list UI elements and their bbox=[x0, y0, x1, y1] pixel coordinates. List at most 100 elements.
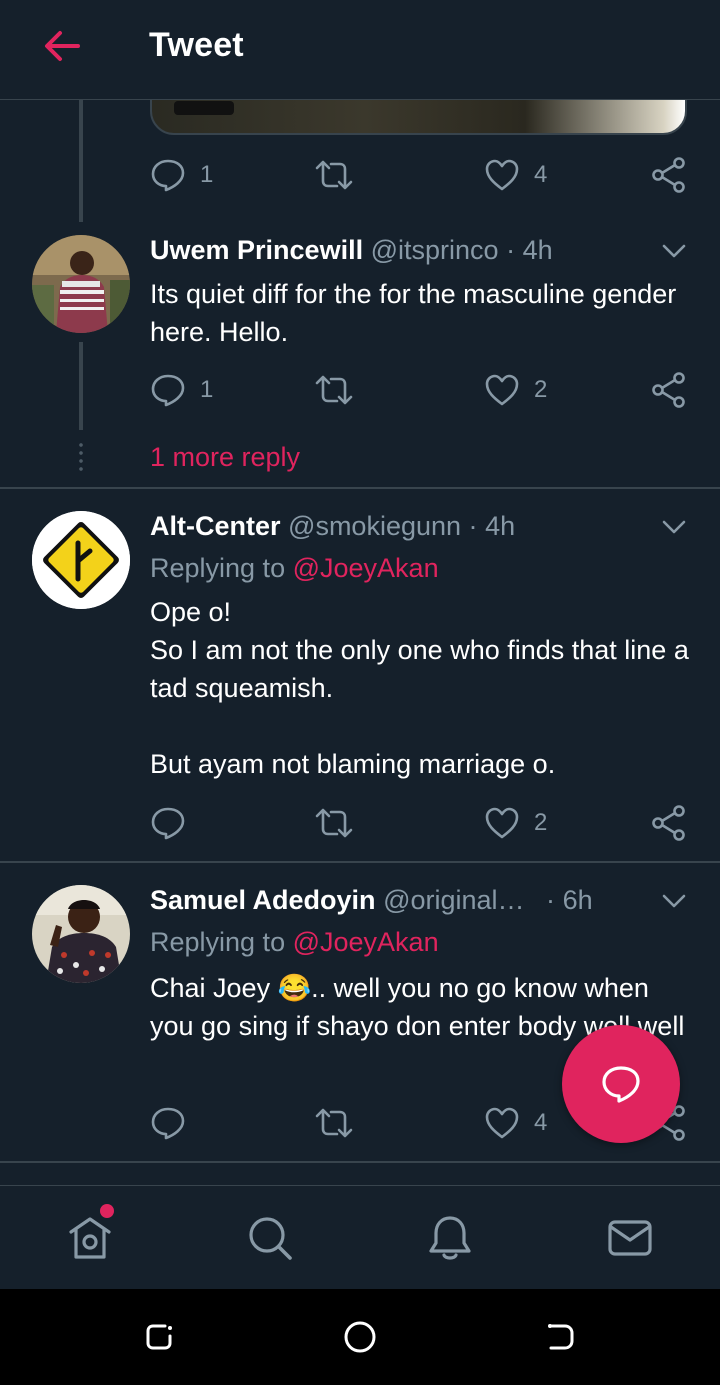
tweet-actions: 1 2 bbox=[150, 370, 690, 410]
more-replies-link[interactable]: 1 more reply bbox=[150, 442, 300, 473]
replying-to: Replying to @JoeyAkan bbox=[150, 927, 439, 958]
speech-bubble-icon bbox=[151, 374, 185, 407]
speech-bubble-icon bbox=[151, 159, 185, 192]
retweet-icon bbox=[315, 808, 353, 838]
like-button[interactable]: 4 bbox=[484, 1103, 547, 1143]
chevron-down-icon[interactable] bbox=[660, 887, 688, 915]
tab-home[interactable] bbox=[64, 1212, 116, 1264]
user-handle[interactable]: @itsprinco bbox=[371, 235, 499, 265]
arrow-left-icon bbox=[45, 31, 80, 61]
share-button[interactable] bbox=[650, 370, 688, 410]
reply-button[interactable]: 1 bbox=[150, 370, 213, 410]
heart-icon bbox=[485, 374, 519, 406]
compose-reply-button[interactable] bbox=[562, 1025, 680, 1143]
reply-count: 1 bbox=[200, 161, 214, 188]
bottom-tab-bar bbox=[0, 1185, 720, 1289]
share-icon bbox=[652, 157, 685, 193]
home-icon bbox=[69, 1217, 111, 1259]
tweet-feed[interactable]: 1 4 Uwem Princewill @itsprinco · 4h Its … bbox=[0, 100, 720, 1185]
tweet-header: Samuel Adedoyin @original… · 6h bbox=[150, 885, 593, 916]
separator-dot: · bbox=[546, 885, 556, 915]
thread-line bbox=[79, 100, 83, 222]
retweet-button[interactable] bbox=[313, 370, 355, 410]
back-icon bbox=[548, 1324, 574, 1350]
tweet-text: Ope o! So I am not the only one who find… bbox=[150, 597, 689, 779]
avatar[interactable] bbox=[32, 235, 130, 333]
recents-button[interactable] bbox=[140, 1317, 180, 1357]
share-button[interactable] bbox=[650, 155, 688, 195]
envelope-icon bbox=[608, 1220, 652, 1256]
share-icon bbox=[652, 805, 685, 841]
tweet-time: 4h bbox=[485, 511, 516, 541]
replying-to: Replying to @JoeyAkan bbox=[150, 553, 439, 584]
user-handle[interactable]: @smokiegunn bbox=[288, 511, 461, 541]
like-count: 4 bbox=[534, 161, 548, 188]
like-count: 2 bbox=[534, 376, 548, 403]
divider bbox=[0, 1161, 720, 1163]
tweet-actions: 1 4 bbox=[150, 155, 690, 195]
heart-icon bbox=[485, 1107, 519, 1139]
tweet-time: 4h bbox=[522, 235, 553, 265]
like-button[interactable]: 4 bbox=[484, 155, 547, 195]
chevron-down-icon[interactable] bbox=[660, 513, 688, 541]
tweet-header: Uwem Princewill @itsprinco · 4h bbox=[150, 235, 553, 266]
like-count: 2 bbox=[534, 809, 548, 836]
divider bbox=[0, 861, 720, 863]
thread-line bbox=[79, 342, 83, 430]
compose-reply-icon bbox=[602, 1066, 640, 1103]
tab-search[interactable] bbox=[244, 1212, 296, 1264]
retweet-icon bbox=[315, 1108, 353, 1138]
reply-count: 1 bbox=[200, 376, 214, 403]
retweet-icon bbox=[315, 160, 353, 190]
tweet-media-image[interactable] bbox=[150, 100, 687, 135]
page-title: Tweet bbox=[149, 26, 244, 64]
reply-button[interactable]: 1 bbox=[150, 155, 213, 195]
tweet-text: Its quiet diff for the for the masculine… bbox=[150, 279, 677, 347]
reply-button[interactable] bbox=[150, 803, 186, 843]
media-badge bbox=[174, 101, 234, 115]
like-button[interactable]: 2 bbox=[484, 370, 547, 410]
mention-link[interactable]: @JoeyAkan bbox=[293, 553, 439, 583]
tweet-time: 6h bbox=[562, 885, 593, 915]
divider bbox=[0, 487, 720, 489]
separator-dot: · bbox=[506, 235, 516, 265]
top-app-bar: Tweet bbox=[0, 0, 720, 100]
thread-dots bbox=[79, 441, 83, 475]
avatar[interactable] bbox=[32, 511, 130, 609]
chevron-down-icon[interactable] bbox=[660, 237, 688, 265]
notification-dot bbox=[100, 1204, 114, 1218]
retweet-button[interactable] bbox=[313, 803, 355, 843]
circle-home-icon bbox=[344, 1321, 376, 1353]
retweet-button[interactable] bbox=[313, 1103, 355, 1143]
heart-icon bbox=[485, 807, 519, 839]
tab-messages[interactable] bbox=[604, 1212, 656, 1264]
retweet-icon bbox=[315, 375, 353, 405]
heart-icon bbox=[485, 159, 519, 191]
avatar[interactable] bbox=[32, 885, 130, 983]
separator-dot: · bbox=[468, 511, 478, 541]
user-handle[interactable]: @original… bbox=[383, 885, 524, 915]
display-name[interactable]: Uwem Princewill bbox=[150, 235, 363, 265]
like-button[interactable]: 2 bbox=[484, 803, 547, 843]
mention-link[interactable]: @JoeyAkan bbox=[293, 927, 439, 957]
tweet-header: Alt-Center @smokiegunn · 4h bbox=[150, 511, 515, 542]
recents-icon bbox=[146, 1324, 172, 1350]
share-button[interactable] bbox=[650, 803, 688, 843]
system-navigation-bar bbox=[0, 1289, 720, 1385]
display-name[interactable]: Alt-Center bbox=[150, 511, 281, 541]
tab-notifications[interactable] bbox=[424, 1212, 476, 1264]
bell-icon bbox=[429, 1216, 471, 1260]
back-system-button[interactable] bbox=[540, 1317, 580, 1357]
home-system-button[interactable] bbox=[340, 1317, 380, 1357]
display-name[interactable]: Samuel Adedoyin bbox=[150, 885, 376, 915]
speech-bubble-icon bbox=[151, 807, 185, 840]
back-button[interactable] bbox=[40, 26, 84, 66]
retweet-button[interactable] bbox=[313, 155, 355, 195]
speech-bubble-icon bbox=[151, 1107, 185, 1140]
replying-prefix: Replying to bbox=[150, 927, 286, 957]
search-icon bbox=[249, 1217, 292, 1260]
tweet-actions: 2 bbox=[150, 803, 690, 843]
replying-prefix: Replying to bbox=[150, 553, 286, 583]
reply-button[interactable] bbox=[150, 1103, 186, 1143]
share-icon bbox=[652, 372, 685, 408]
